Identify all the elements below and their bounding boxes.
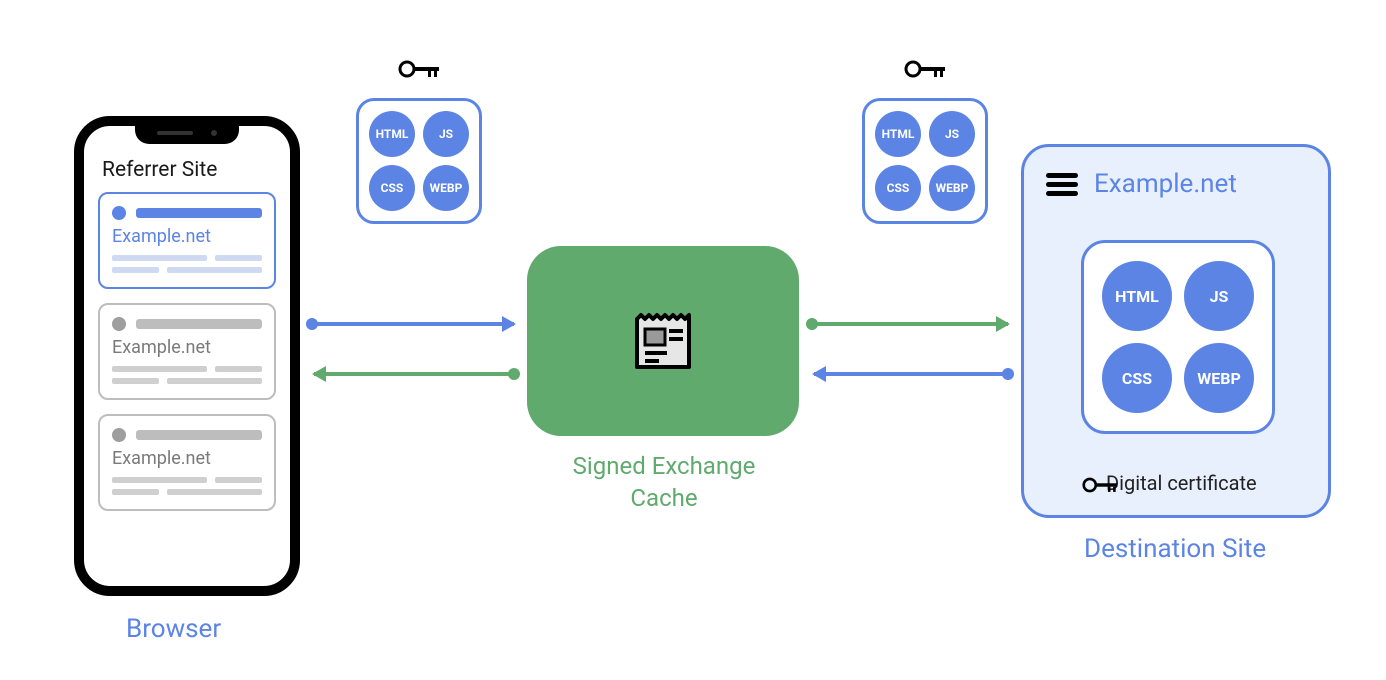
asset-css: CSS bbox=[369, 165, 415, 211]
card-site: Example.net bbox=[112, 226, 262, 247]
result-card: Example.net bbox=[98, 303, 276, 400]
cache-box bbox=[527, 246, 799, 436]
result-card: Example.net bbox=[98, 414, 276, 511]
asset-webp: WEBP bbox=[929, 165, 975, 211]
card-site: Example.net bbox=[112, 337, 262, 358]
referrer-site-label: Referrer Site bbox=[102, 158, 217, 182]
card-dot-icon bbox=[112, 206, 126, 220]
asset-html: HTML bbox=[369, 111, 415, 157]
asset-webp: WEBP bbox=[1184, 343, 1254, 413]
signed-package: HTML JS CSS WEBP bbox=[356, 98, 482, 224]
signed-package: HTML JS CSS WEBP bbox=[862, 98, 988, 224]
destination-title: Example.net bbox=[1094, 169, 1237, 199]
asset-css: CSS bbox=[875, 165, 921, 211]
phone-notch bbox=[135, 122, 239, 144]
destination-label: Destination Site bbox=[1084, 534, 1266, 564]
asset-html: HTML bbox=[875, 111, 921, 157]
asset-js: JS bbox=[1184, 261, 1254, 331]
result-card: Example.net bbox=[98, 192, 276, 289]
arrow-cache-to-browser bbox=[314, 372, 514, 376]
arrow-browser-to-cache bbox=[312, 322, 514, 326]
key-icon bbox=[398, 59, 442, 79]
cache-label: Signed Exchange Cache bbox=[554, 450, 774, 515]
asset-css: CSS bbox=[1102, 343, 1172, 413]
asset-js: JS bbox=[929, 111, 975, 157]
phone-frame: Referrer Site Example.net Example.net Ex… bbox=[74, 116, 300, 596]
asset-webp: WEBP bbox=[423, 165, 469, 211]
asset-html: HTML bbox=[1102, 261, 1172, 331]
card-dot-icon bbox=[112, 317, 126, 331]
signed-package: HTML JS CSS WEBP bbox=[1081, 240, 1275, 434]
card-site: Example.net bbox=[112, 448, 262, 469]
arrow-destination-to-cache bbox=[814, 372, 1008, 376]
newspaper-icon bbox=[627, 305, 699, 377]
key-icon bbox=[1082, 475, 1120, 495]
browser-label: Browser bbox=[126, 614, 221, 644]
result-cards: Example.net Example.net Example.net bbox=[98, 192, 276, 511]
menu-icon bbox=[1046, 173, 1078, 196]
asset-js: JS bbox=[423, 111, 469, 157]
key-icon bbox=[904, 59, 948, 79]
arrow-cache-to-destination bbox=[812, 322, 1008, 326]
card-dot-icon bbox=[112, 428, 126, 442]
digital-certificate-label: Digital certificate bbox=[1106, 471, 1257, 495]
